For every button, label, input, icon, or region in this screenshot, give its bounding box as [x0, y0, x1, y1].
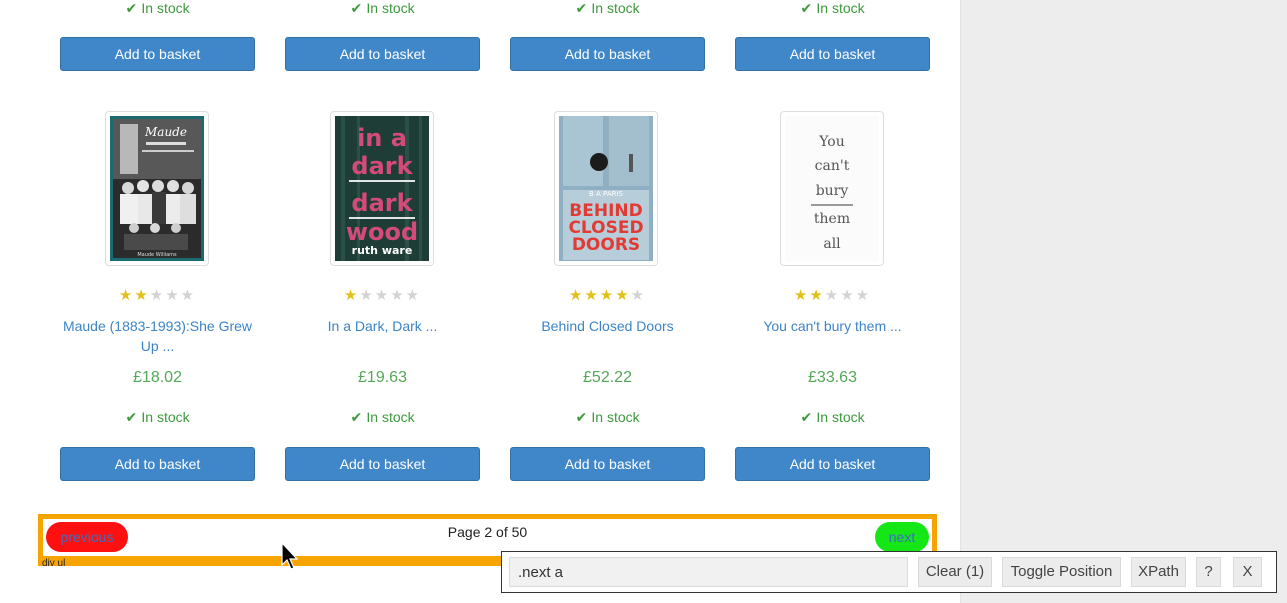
star-icon: ★ — [359, 287, 375, 304]
dark-wood-cover: in a dark dark wood ruth ware — [335, 116, 429, 261]
cover-title-line: DOORS — [572, 235, 640, 255]
cover-title: Maude — [144, 125, 187, 139]
star-icon: ★ — [343, 287, 360, 304]
star-icon: ★ — [809, 287, 825, 304]
add-to-basket-button[interactable]: Add to basket — [285, 37, 480, 71]
star-icon: ★ — [165, 287, 181, 304]
book-cover-image[interactable]: Maude Maude Williams — [105, 111, 209, 266]
star-icon: ★ — [855, 287, 872, 304]
star-icon: ★ — [374, 287, 391, 304]
star-icon: ★ — [405, 287, 422, 304]
star-rating: ★★★★★ — [285, 288, 480, 304]
check-icon: ✔ — [350, 409, 363, 425]
css-selector-input[interactable] — [509, 557, 908, 587]
check-icon: ✔ — [800, 0, 813, 16]
book-cover-image[interactable]: B A PARIS BEHIND CLOSED DOORS — [554, 111, 658, 266]
star-icon: ★ — [599, 287, 616, 304]
product-price: £18.02 — [133, 369, 182, 386]
stock-status: ✔ In stock — [575, 409, 640, 425]
star-rating: ★★★★★ — [735, 288, 930, 304]
page-indicator: Page 2 of 50 — [447, 524, 528, 540]
star-icon: ★ — [180, 287, 197, 304]
cover-title-line: wood — [346, 218, 418, 246]
star-icon: ★ — [134, 287, 150, 304]
star-icon: ★ — [390, 287, 406, 304]
star-icon: ★ — [630, 287, 647, 304]
stock-status: ✔ In stock — [125, 409, 190, 425]
product-price: £19.63 — [358, 369, 407, 386]
stock-status: ✔ In stock — [350, 409, 415, 425]
check-icon: ✔ — [575, 0, 588, 16]
close-button[interactable]: X — [1233, 557, 1262, 587]
cover-title-line: dark — [351, 152, 413, 180]
product-title-link[interactable]: Behind Closed Doors — [510, 316, 705, 336]
mouse-pointer-icon — [281, 542, 299, 570]
product-title-link[interactable]: In a Dark, Dark ... — [285, 316, 480, 336]
clear-button[interactable]: Clear (1) — [918, 557, 992, 587]
check-icon: ✔ — [575, 409, 588, 425]
star-icon: ★ — [149, 287, 166, 304]
book-cover-image[interactable]: You can't bury them all — [780, 111, 884, 266]
book-cover-image[interactable]: in a dark dark wood ruth ware — [330, 111, 434, 266]
stock-status: ✔ In stock — [125, 0, 190, 16]
add-to-basket-button[interactable]: Add to basket — [510, 447, 705, 481]
selector-element-tag: div ul — [42, 558, 66, 569]
cover-title-line: can't — [815, 158, 850, 174]
add-to-basket-button[interactable]: Add to basket — [510, 37, 705, 71]
toggle-position-button[interactable]: Toggle Position — [1002, 557, 1121, 587]
cover-author: B A PARIS — [589, 190, 624, 198]
check-icon: ✔ — [800, 409, 813, 425]
selector-gadget-toolbar: Clear (1) Toggle Position XPath ? X — [501, 551, 1277, 593]
bury-them-cover: You can't bury them all — [785, 116, 879, 261]
star-icon: ★ — [793, 287, 810, 304]
star-icon: ★ — [568, 287, 585, 304]
stock-status: ✔ In stock — [575, 0, 640, 16]
stock-status: ✔ In stock — [350, 0, 415, 16]
star-icon: ★ — [824, 287, 841, 304]
star-icon: ★ — [118, 287, 135, 304]
add-to-basket-button[interactable]: Add to basket — [60, 37, 255, 71]
star-rating: ★★★★★ — [60, 288, 255, 304]
star-icon: ★ — [840, 287, 856, 304]
xpath-button[interactable]: XPath — [1131, 557, 1186, 587]
cover-title-line: You — [818, 134, 844, 150]
product-price: £33.63 — [808, 369, 857, 386]
product-title-link[interactable]: You can't bury them ... — [735, 316, 930, 336]
star-icon: ★ — [615, 287, 631, 304]
cover-title-line: them — [814, 211, 850, 227]
stock-status: ✔ In stock — [800, 0, 865, 16]
add-to-basket-button[interactable]: Add to basket — [285, 447, 480, 481]
star-rating: ★★★★★ — [510, 288, 705, 304]
check-icon: ✔ — [125, 0, 138, 16]
product-title-link[interactable]: Maude (1883-1993):She Grew Up ... — [60, 316, 255, 356]
next-page-button[interactable]: next — [875, 522, 929, 552]
maude-cover: Maude Maude Williams — [110, 116, 204, 261]
product-price: £52.22 — [583, 369, 632, 386]
cover-author: ruth ware — [352, 244, 413, 257]
add-to-basket-button[interactable]: Add to basket — [735, 447, 930, 481]
star-icon: ★ — [584, 287, 600, 304]
help-button[interactable]: ? — [1196, 557, 1221, 587]
stock-status: ✔ In stock — [800, 409, 865, 425]
right-gray-panel — [960, 0, 1287, 603]
check-icon: ✔ — [350, 0, 363, 16]
closed-doors-cover: B A PARIS BEHIND CLOSED DOORS — [559, 116, 653, 261]
cover-title-line: all — [823, 236, 841, 252]
check-icon: ✔ — [125, 409, 138, 425]
cover-author: Maude Williams — [137, 252, 177, 258]
add-to-basket-button[interactable]: Add to basket — [60, 447, 255, 481]
cover-title-line: dark — [351, 189, 413, 217]
add-to-basket-button[interactable]: Add to basket — [735, 37, 930, 71]
cover-title-line: in a — [357, 124, 407, 152]
cover-title-line: bury — [816, 183, 849, 199]
